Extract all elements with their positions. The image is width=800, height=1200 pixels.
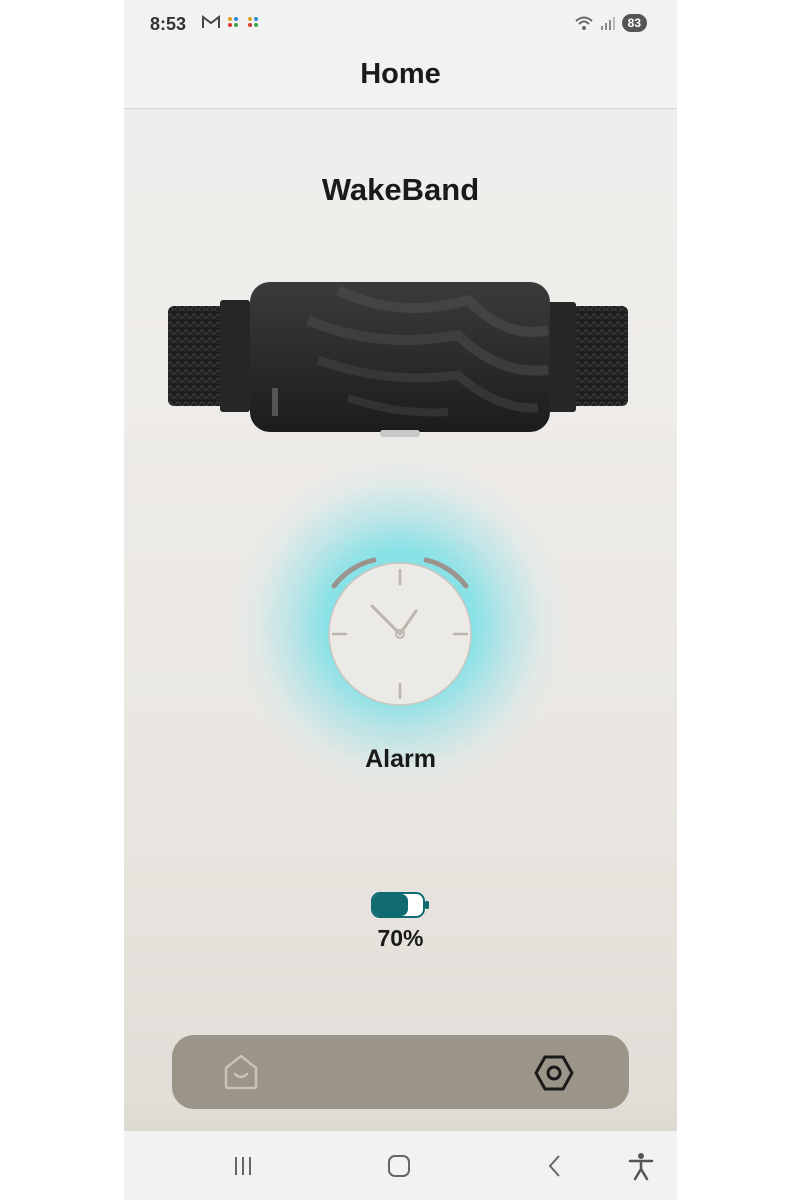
notification-icons bbox=[202, 15, 260, 29]
clock-icon bbox=[328, 557, 472, 706]
app-screen: 8:53 83 Home WakeBand Alarm 70% bbox=[124, 0, 677, 1200]
app-icon bbox=[248, 17, 258, 27]
accessibility-icon[interactable] bbox=[626, 1151, 656, 1181]
gmail-icon bbox=[202, 15, 220, 28]
battery-percent: 70% bbox=[377, 925, 424, 951]
device-battery-icon bbox=[371, 892, 429, 918]
home-button-icon[interactable] bbox=[384, 1151, 414, 1181]
wifi-icon bbox=[574, 16, 593, 30]
hexagon-settings-icon[interactable] bbox=[534, 1053, 574, 1093]
page-title: Home bbox=[360, 58, 441, 90]
system-navigation-bar bbox=[124, 1131, 677, 1200]
recent-apps-icon[interactable] bbox=[228, 1151, 258, 1181]
alarm-button[interactable] bbox=[320, 548, 480, 718]
phone-battery-badge: 83 bbox=[621, 14, 647, 32]
bottom-tab-bar bbox=[172, 1035, 629, 1109]
app-icon bbox=[228, 17, 238, 27]
signal-icon bbox=[600, 17, 615, 30]
back-icon[interactable] bbox=[540, 1151, 570, 1181]
device-name: WakeBand bbox=[321, 172, 480, 207]
status-time: 8:53 bbox=[150, 14, 187, 34]
wristband-image bbox=[168, 282, 628, 437]
home-icon[interactable] bbox=[220, 1051, 262, 1093]
alarm-label: Alarm bbox=[365, 745, 436, 773]
app-header: Home bbox=[124, 50, 677, 109]
status-indicators: 83 bbox=[574, 14, 647, 32]
status-bar: 8:53 83 bbox=[124, 0, 677, 50]
